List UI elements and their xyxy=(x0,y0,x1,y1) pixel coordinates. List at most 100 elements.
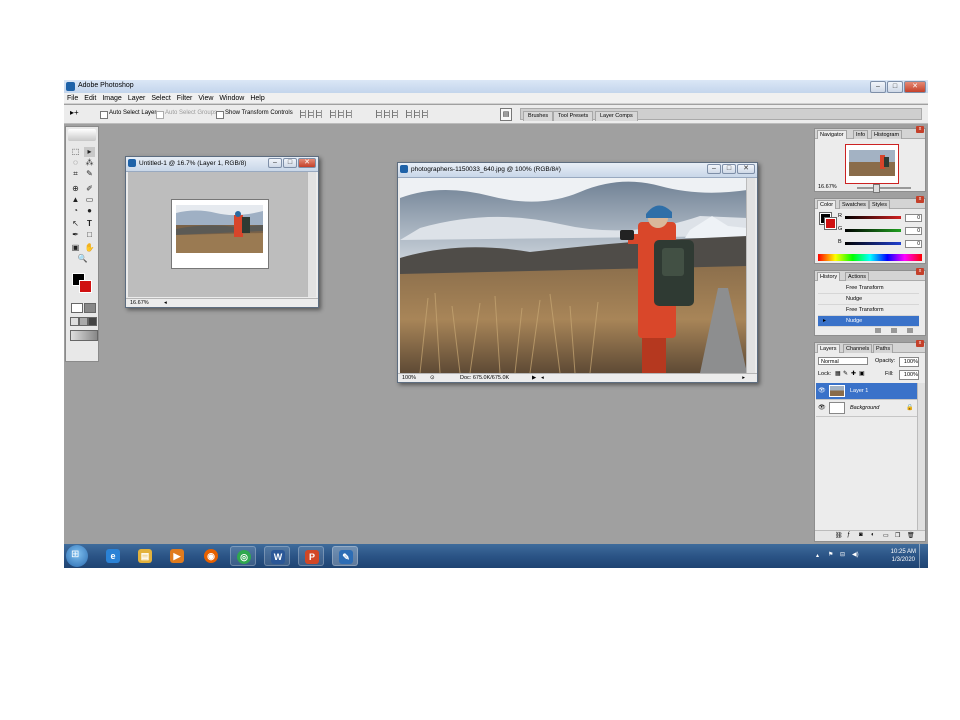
doc-minimize-button[interactable]: – xyxy=(707,164,721,174)
channel-g-slider[interactable] xyxy=(845,229,901,232)
new-group-icon[interactable]: ▭ xyxy=(883,532,889,539)
scroll-left-arrow-icon[interactable]: ◂ xyxy=(541,374,544,382)
layers-scrollbar[interactable] xyxy=(917,383,925,531)
taskbar-media-player[interactable]: ▶ xyxy=(164,546,190,566)
align-bottom-icon[interactable] xyxy=(316,110,322,118)
taskbar-word[interactable]: W xyxy=(264,546,290,566)
magic-wand-tool-icon[interactable]: ⁂ xyxy=(84,158,95,168)
document-vertical-scrollbar[interactable] xyxy=(307,172,316,297)
layer-comps-well-tab[interactable]: Layer Comps xyxy=(595,111,638,121)
type-tool-icon[interactable]: T xyxy=(84,219,95,229)
channel-r-value[interactable]: 0 xyxy=(905,214,922,222)
canvas[interactable] xyxy=(171,199,269,269)
minimize-button[interactable]: – xyxy=(870,81,886,93)
auto-select-layer-checkbox[interactable] xyxy=(100,111,108,119)
marquee-tool-icon[interactable]: ⬚ xyxy=(70,147,81,157)
scroll-right-arrow-icon[interactable]: ▸ xyxy=(742,374,745,382)
channel-g-value[interactable]: 0 xyxy=(905,227,922,235)
document-zoom-level[interactable]: 16.67% xyxy=(130,299,149,307)
quick-mask-mode-icon[interactable] xyxy=(84,303,96,313)
history-item[interactable]: Free Transform xyxy=(818,305,919,316)
tab-styles[interactable]: Styles xyxy=(869,200,890,209)
align-top-icon[interactable] xyxy=(300,110,306,118)
distribute-top-icon[interactable] xyxy=(376,110,382,118)
path-selection-tool-icon[interactable]: ↖ xyxy=(70,219,81,229)
color-ramp[interactable] xyxy=(818,254,922,261)
doc-maximize-button[interactable]: □ xyxy=(722,164,736,174)
show-transform-controls-checkbox[interactable] xyxy=(216,111,224,119)
lock-pixels-icon[interactable]: ✎ xyxy=(843,370,848,377)
history-item[interactable]: Free Transform xyxy=(818,283,919,294)
layer-style-icon[interactable]: ƒ xyxy=(847,532,850,538)
scroll-left-arrow-icon[interactable]: ◂ xyxy=(164,299,167,307)
taskbar-powerpoint[interactable]: P xyxy=(298,546,324,566)
standard-mode-icon[interactable] xyxy=(71,303,83,313)
healing-brush-tool-icon[interactable]: ⊕ xyxy=(70,184,81,194)
clock[interactable]: 10:25 AM 1/3/2020 xyxy=(891,548,916,564)
close-button[interactable]: ✕ xyxy=(904,81,926,93)
distribute-right-icon[interactable] xyxy=(422,110,428,118)
taskbar-file-explorer[interactable]: ▤ xyxy=(132,546,158,566)
menu-window[interactable]: Window xyxy=(219,93,244,103)
delete-layer-icon[interactable]: 🗑 xyxy=(907,532,915,539)
blur-tool-icon[interactable]: ◔ xyxy=(70,206,81,216)
layer-visibility-eye-icon[interactable]: 👁 xyxy=(818,400,826,416)
show-desktop-button[interactable] xyxy=(919,544,928,568)
color-background-swatch[interactable] xyxy=(824,217,837,230)
start-button[interactable]: ⊞ xyxy=(66,545,88,567)
opacity-input[interactable]: 100% xyxy=(899,357,919,367)
navigator-zoom-slider[interactable] xyxy=(857,187,911,189)
maximize-button[interactable]: □ xyxy=(887,81,903,93)
dodge-tool-icon[interactable]: ● xyxy=(84,206,95,216)
document-canvas-area[interactable] xyxy=(128,172,310,297)
align-hcenter-icon[interactable] xyxy=(338,110,344,118)
network-icon[interactable]: ⊟ xyxy=(840,551,845,558)
tab-layers[interactable]: Layers xyxy=(817,344,840,353)
align-vcenter-icon[interactable] xyxy=(308,110,314,118)
doc-close-button[interactable]: ✕ xyxy=(737,164,755,174)
menu-file[interactable]: File xyxy=(67,93,78,103)
layer-row-layer-1[interactable]: 👁 Layer 1 xyxy=(816,383,917,400)
align-left-icon[interactable] xyxy=(330,110,336,118)
doc-close-button[interactable]: ✕ xyxy=(298,158,316,168)
delete-state-icon[interactable] xyxy=(907,328,913,333)
doc-minimize-button[interactable]: – xyxy=(268,158,282,168)
palette-well-icon[interactable]: ▤ xyxy=(500,108,512,121)
photo-canvas[interactable] xyxy=(400,178,747,373)
tab-color[interactable]: Color xyxy=(817,200,837,209)
tab-histogram[interactable]: Histogram xyxy=(871,130,903,139)
move-tool-icon[interactable]: ▸ xyxy=(84,147,95,157)
eraser-tool-icon[interactable]: ▭ xyxy=(84,195,95,205)
history-item[interactable]: Nudge xyxy=(818,294,919,305)
screen-mode-full-menu-icon[interactable] xyxy=(79,317,88,326)
menu-filter[interactable]: Filter xyxy=(177,93,193,103)
channel-r-slider[interactable] xyxy=(845,216,901,219)
menu-help[interactable]: Help xyxy=(250,93,264,103)
tab-info[interactable]: Info xyxy=(853,130,869,139)
menu-layer[interactable]: Layer xyxy=(128,93,146,103)
menu-select[interactable]: Select xyxy=(151,93,170,103)
taskbar-chrome[interactable]: ◎ xyxy=(230,546,256,566)
slice-tool-icon[interactable]: ✎ xyxy=(84,169,95,179)
panel-close-icon[interactable]: x xyxy=(916,340,924,347)
channel-b-value[interactable]: 0 xyxy=(905,240,922,248)
screen-mode-full-icon[interactable] xyxy=(88,317,97,326)
history-item-selected[interactable]: Nudge xyxy=(818,316,919,327)
brush-tool-icon[interactable]: ✐ xyxy=(84,184,95,194)
lock-transparent-icon[interactable]: ▦ xyxy=(835,370,841,377)
panel-close-icon[interactable]: x xyxy=(916,126,924,133)
lock-position-icon[interactable]: ✚ xyxy=(851,370,856,377)
lasso-tool-icon[interactable]: ◌ xyxy=(70,158,81,168)
layer-mask-icon[interactable]: ◙ xyxy=(859,532,863,538)
eyedropper-tool-icon[interactable]: ✋ xyxy=(84,243,95,253)
pen-tool-icon[interactable]: ✒ xyxy=(70,230,81,240)
brushes-well-tab[interactable]: Brushes xyxy=(523,111,554,121)
distribute-vcenter-icon[interactable] xyxy=(384,110,390,118)
crop-tool-icon[interactable]: ⌗ xyxy=(70,169,81,179)
doc-maximize-button[interactable]: □ xyxy=(283,158,297,168)
photo-zoom-level[interactable]: 100% xyxy=(402,374,416,382)
move-tool-preset-icon[interactable]: ▸+ xyxy=(70,108,79,117)
clone-stamp-tool-icon[interactable]: ▲ xyxy=(70,195,81,205)
layer-name[interactable]: Background xyxy=(850,400,879,416)
background-color-swatch[interactable] xyxy=(79,280,92,293)
